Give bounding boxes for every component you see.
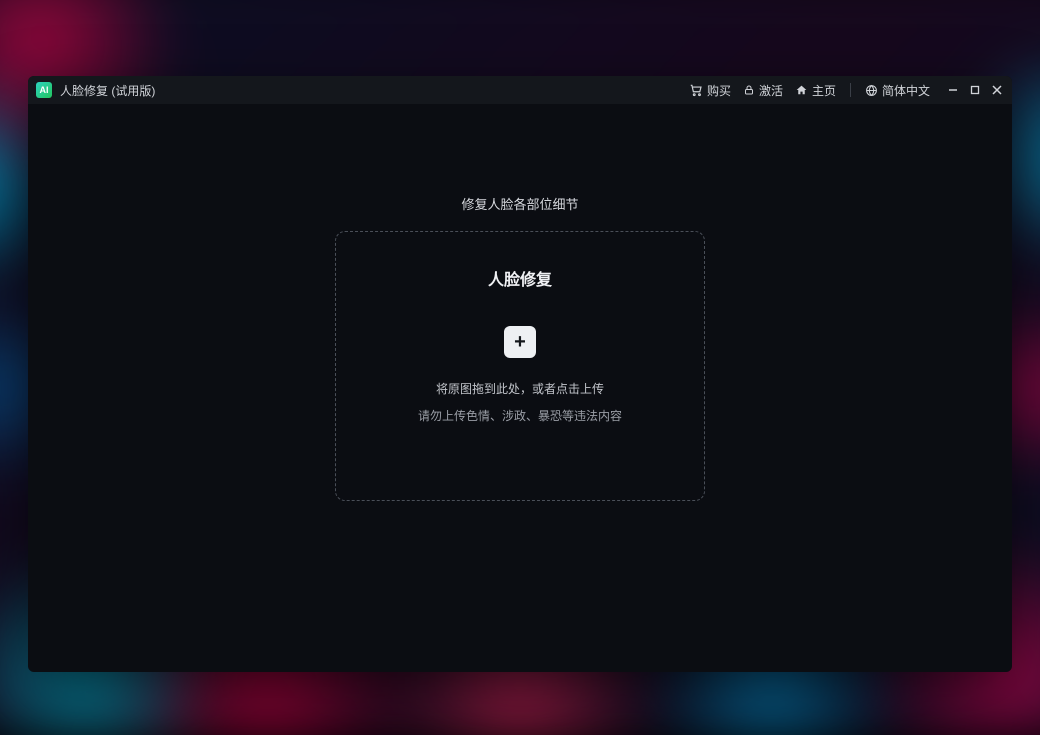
buy-label: 购买	[707, 82, 731, 99]
language-selector[interactable]: 简体中文	[863, 82, 932, 99]
home-label: 主页	[812, 82, 836, 99]
activate-label: 激活	[759, 82, 783, 99]
minimize-button[interactable]	[946, 83, 960, 97]
close-button[interactable]	[990, 83, 1004, 97]
cart-icon	[689, 83, 703, 97]
language-label: 简体中文	[882, 82, 930, 99]
home-button[interactable]: 主页	[793, 82, 838, 99]
section-title: 修复人脸各部位细节	[461, 194, 578, 213]
window-controls	[946, 83, 1004, 97]
lock-icon	[743, 84, 755, 96]
divider	[850, 83, 851, 97]
dropzone-warning: 请勿上传色情、涉政、暴恐等违法内容	[418, 407, 622, 424]
dropzone-hint: 将原图拖到此处，或者点击上传	[436, 380, 604, 397]
buy-button[interactable]: 购买	[687, 82, 733, 99]
upload-button[interactable]: +	[504, 326, 536, 358]
maximize-button[interactable]	[968, 83, 982, 97]
activate-button[interactable]: 激活	[741, 82, 785, 99]
app-window: AI 人脸修复 (试用版) 购买 激活	[28, 76, 1012, 672]
dropzone-title: 人脸修复	[488, 266, 552, 290]
plus-icon: +	[514, 331, 526, 354]
app-logo: AI	[36, 82, 52, 98]
titlebar: AI 人脸修复 (试用版) 购买 激活	[28, 76, 1012, 104]
upload-dropzone[interactable]: 人脸修复 + 将原图拖到此处，或者点击上传 请勿上传色情、涉政、暴恐等违法内容	[335, 231, 705, 501]
window-title: 人脸修复 (试用版)	[60, 82, 155, 99]
globe-icon	[865, 84, 878, 97]
main-content: 修复人脸各部位细节 人脸修复 + 将原图拖到此处，或者点击上传 请勿上传色情、涉…	[28, 104, 1012, 672]
home-icon	[795, 84, 808, 97]
